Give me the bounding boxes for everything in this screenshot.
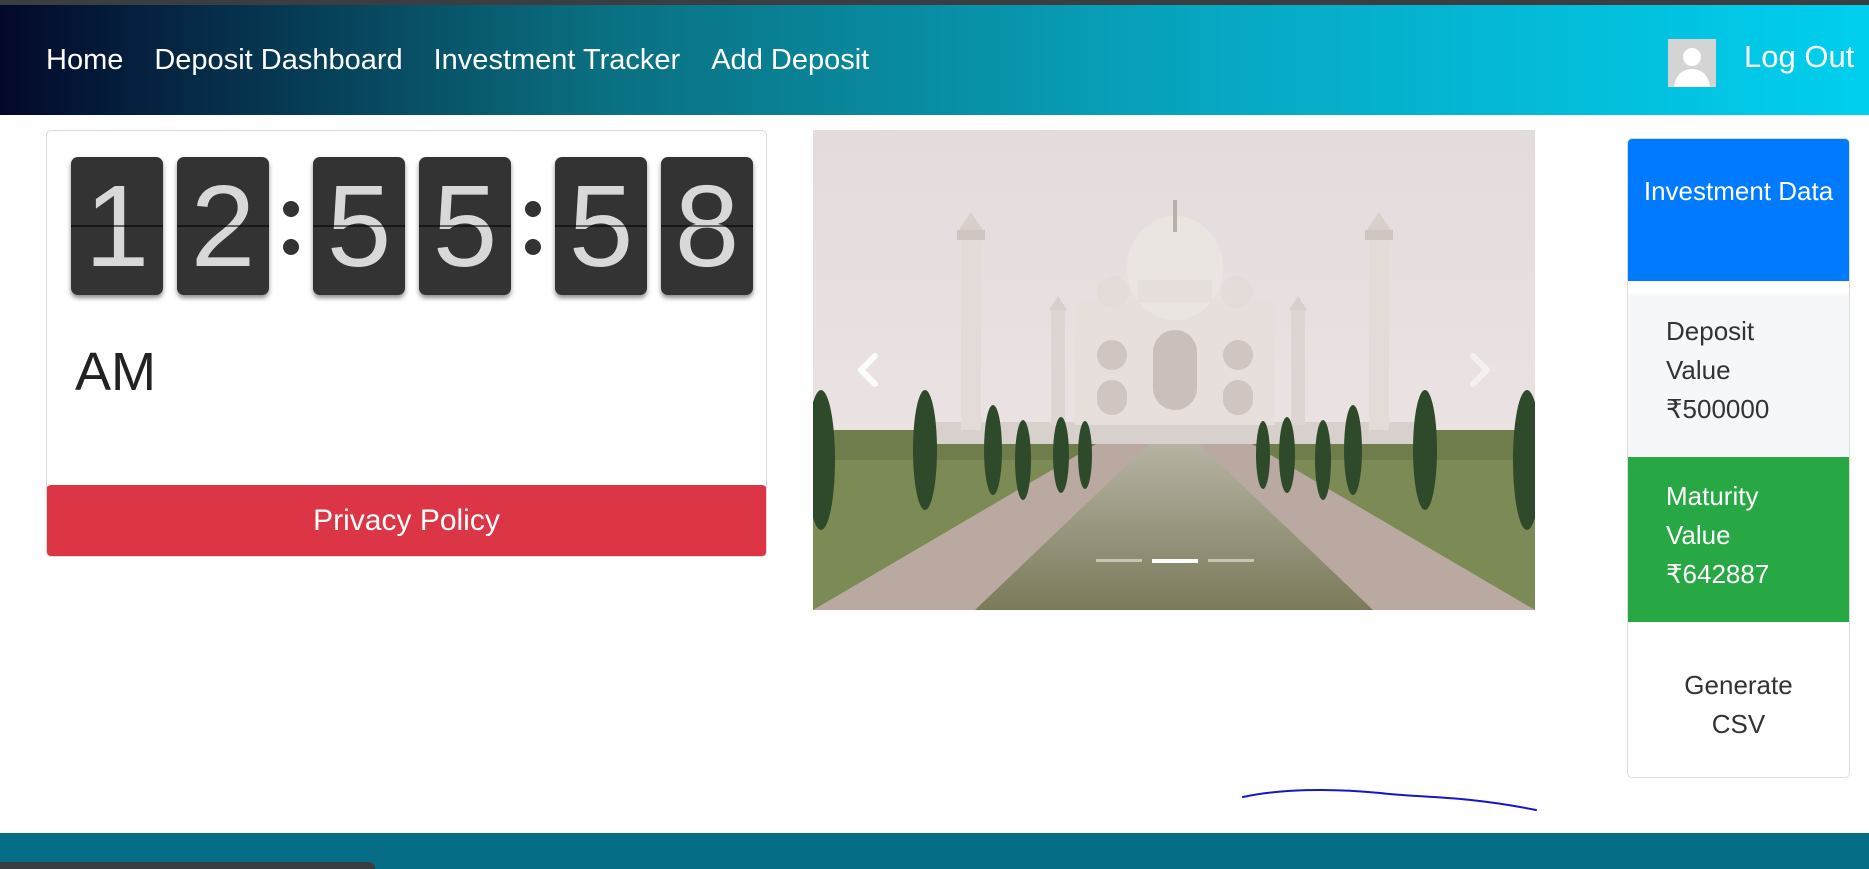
clock-minute-tens: 5	[313, 157, 405, 295]
deposit-value-amount: ₹500000	[1666, 394, 1770, 424]
investment-data-header: Investment Data	[1628, 139, 1849, 281]
deposit-value-box: Deposit Value ₹500000	[1628, 294, 1849, 456]
privacy-policy-button[interactable]: Privacy Policy	[47, 485, 766, 556]
clock-card: 1 2 5 5 5 8 AM Privacy Policy	[46, 130, 767, 557]
clock-ampm: AM	[75, 342, 156, 402]
maturity-value-amount: ₹642887	[1666, 559, 1770, 589]
carousel-indicator-2[interactable]	[1152, 559, 1198, 563]
taj-mahal-image	[813, 130, 1535, 610]
carousel-next-button[interactable]	[1455, 340, 1505, 400]
clock-minute-ones: 5	[419, 157, 511, 295]
user-avatar-icon[interactable]	[1668, 39, 1716, 87]
carousel-indicators	[1096, 559, 1254, 563]
flip-clock: 1 2 5 5 5 8	[71, 156, 766, 296]
nav-home-link[interactable]: Home	[46, 44, 123, 77]
nav-links: Home Deposit Dashboard Investment Tracke…	[46, 5, 869, 115]
deposit-value-label: Deposit Value	[1666, 316, 1755, 385]
chevron-right-icon	[1470, 353, 1490, 387]
pen-annotation-stroke	[1242, 788, 1537, 811]
navbar: Home Deposit Dashboard Investment Tracke…	[0, 5, 1869, 115]
nav-deposit-dashboard-link[interactable]: Deposit Dashboard	[154, 44, 402, 77]
chevron-left-icon	[858, 353, 878, 387]
clock-second-tens: 5	[555, 157, 647, 295]
image-carousel[interactable]	[813, 130, 1535, 610]
maturity-value-label: Maturity Value	[1666, 481, 1759, 550]
clock-colon	[525, 157, 541, 295]
nav-add-deposit-link[interactable]: Add Deposit	[711, 44, 869, 77]
clock-hour-tens: 1	[71, 157, 163, 295]
logout-link[interactable]: Log Out	[1744, 39, 1854, 75]
carousel-indicator-1[interactable]	[1096, 559, 1142, 562]
clock-hour-ones: 2	[177, 157, 269, 295]
generate-csv-button[interactable]: Generate CSV	[1628, 622, 1849, 777]
clock-second-ones: 8	[661, 157, 753, 295]
generate-csv-label: Generate CSV	[1684, 670, 1793, 739]
carousel-indicator-3[interactable]	[1208, 559, 1254, 562]
maturity-value-box: Maturity Value ₹642887	[1628, 457, 1849, 622]
carousel-prev-button[interactable]	[843, 340, 893, 400]
investment-data-card: Investment Data Deposit Value ₹500000 Ma…	[1627, 138, 1850, 778]
clock-colon	[283, 157, 299, 295]
taskbar-edge	[0, 862, 375, 869]
nav-investment-tracker-link[interactable]: Investment Tracker	[434, 44, 681, 77]
